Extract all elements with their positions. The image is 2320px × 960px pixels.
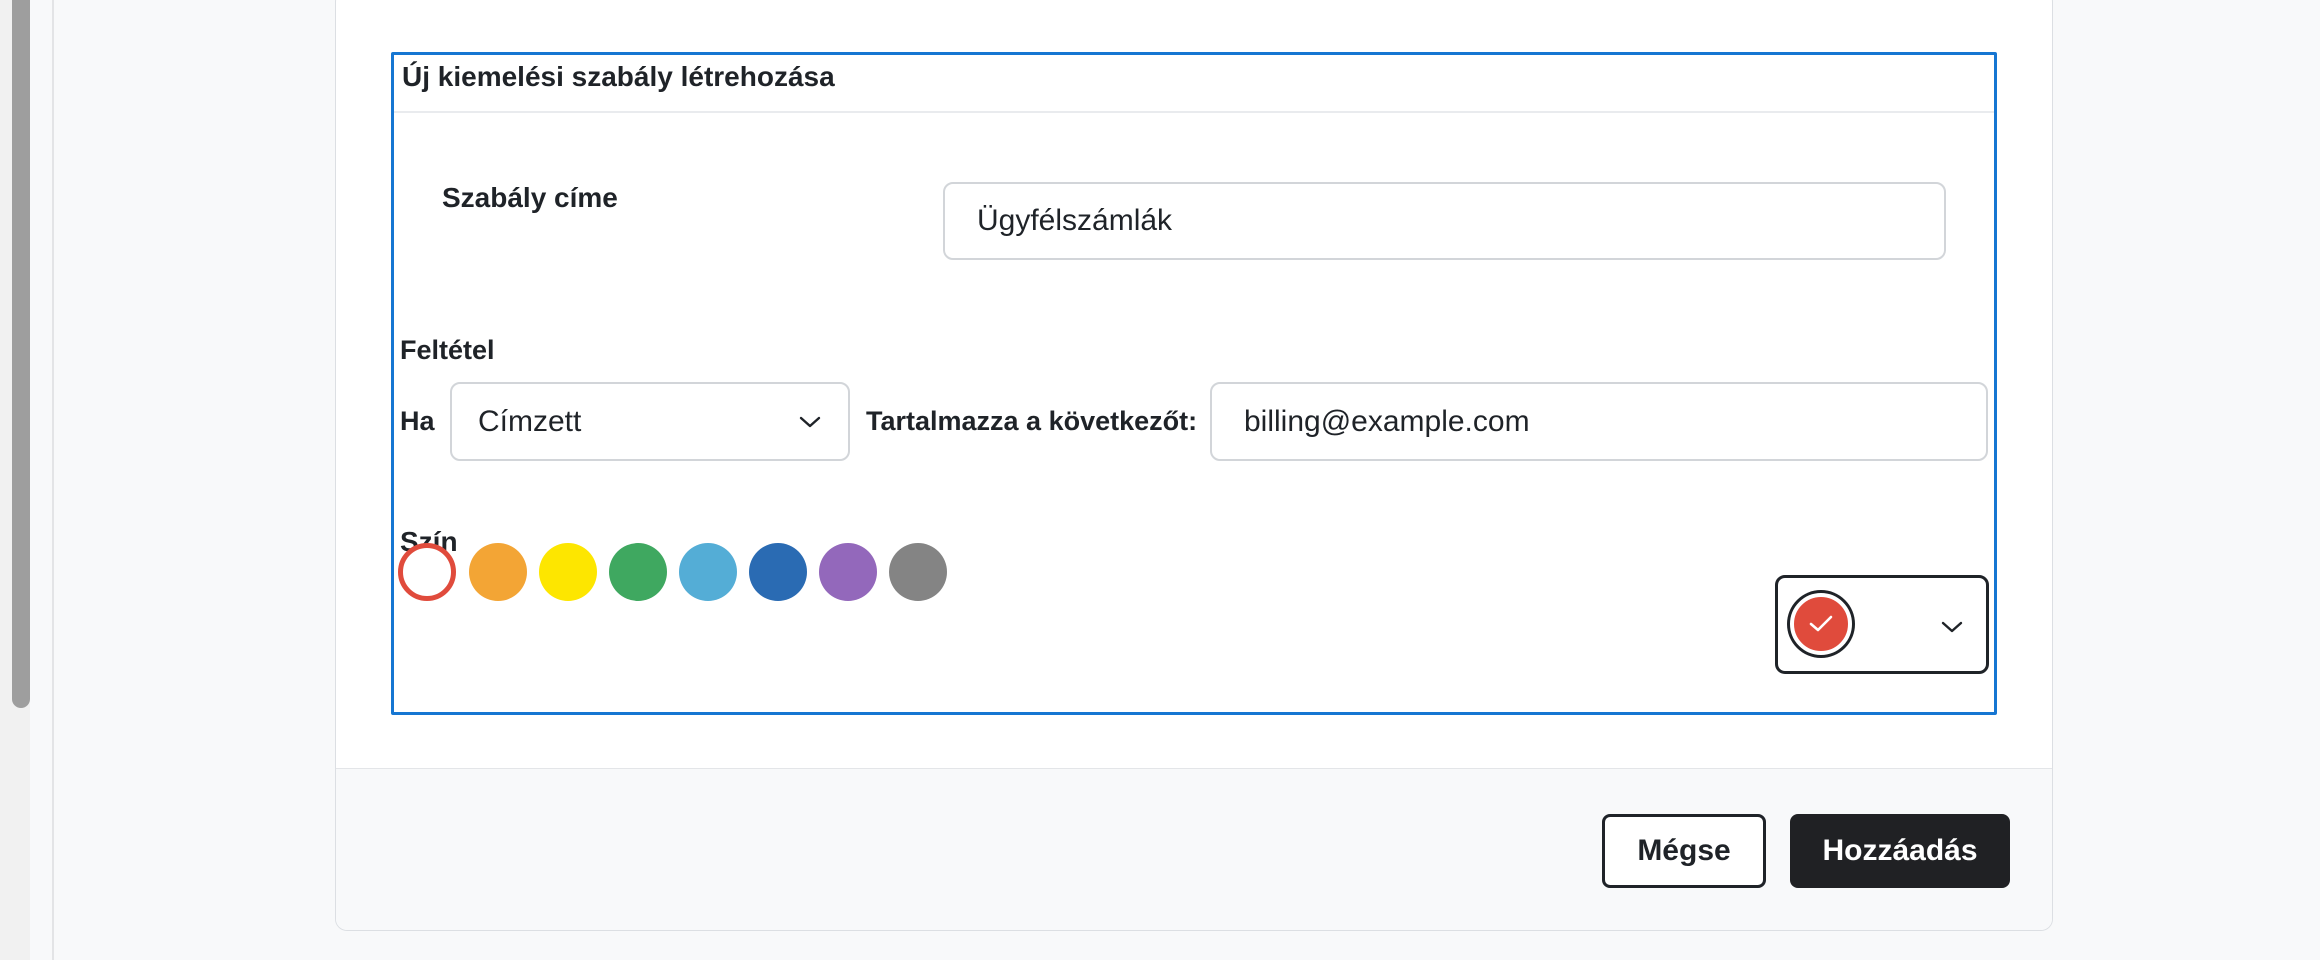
rule-title-value: Ügyfélszámlák <box>977 204 1173 237</box>
heading-divider <box>394 111 1994 113</box>
check-icon <box>1809 615 1833 632</box>
rule-title-input[interactable]: Ügyfélszámlák <box>943 182 1946 260</box>
field-select-value: Címzett <box>478 404 582 438</box>
chevron-down-icon <box>1941 621 1963 633</box>
condition-heading: Feltétel <box>400 335 495 365</box>
swatch-blue[interactable] <box>749 543 807 601</box>
cancel-button[interactable]: Mégse <box>1602 814 1766 888</box>
color-picker-dropdown[interactable] <box>1775 575 1989 674</box>
swatch-yellow[interactable] <box>539 543 597 601</box>
contains-value: billing@example.com <box>1244 404 1530 438</box>
contains-input[interactable]: billing@example.com <box>1210 382 1988 461</box>
swatch-green[interactable] <box>609 543 667 601</box>
swatch-gray[interactable] <box>889 543 947 601</box>
swatch-purple[interactable] <box>819 543 877 601</box>
field-select[interactable]: Címzett <box>450 382 850 461</box>
divider <box>52 0 54 960</box>
swatch-red[interactable] <box>398 543 456 601</box>
scrollbar-thumb[interactable] <box>12 0 30 708</box>
if-label: Ha <box>400 406 435 436</box>
contains-label: Tartalmazza a következőt: <box>866 406 1198 436</box>
swatch-light-blue[interactable] <box>679 543 737 601</box>
form-heading: Új kiemelési szabály létrehozása <box>402 61 835 92</box>
selected-color-dot <box>1790 593 1852 655</box>
add-button[interactable]: Hozzáadás <box>1790 814 2010 888</box>
scrollbar-track[interactable] <box>0 0 30 960</box>
swatch-orange[interactable] <box>469 543 527 601</box>
chevron-down-icon <box>799 416 821 427</box>
title-label: Szabály címe <box>442 182 618 213</box>
